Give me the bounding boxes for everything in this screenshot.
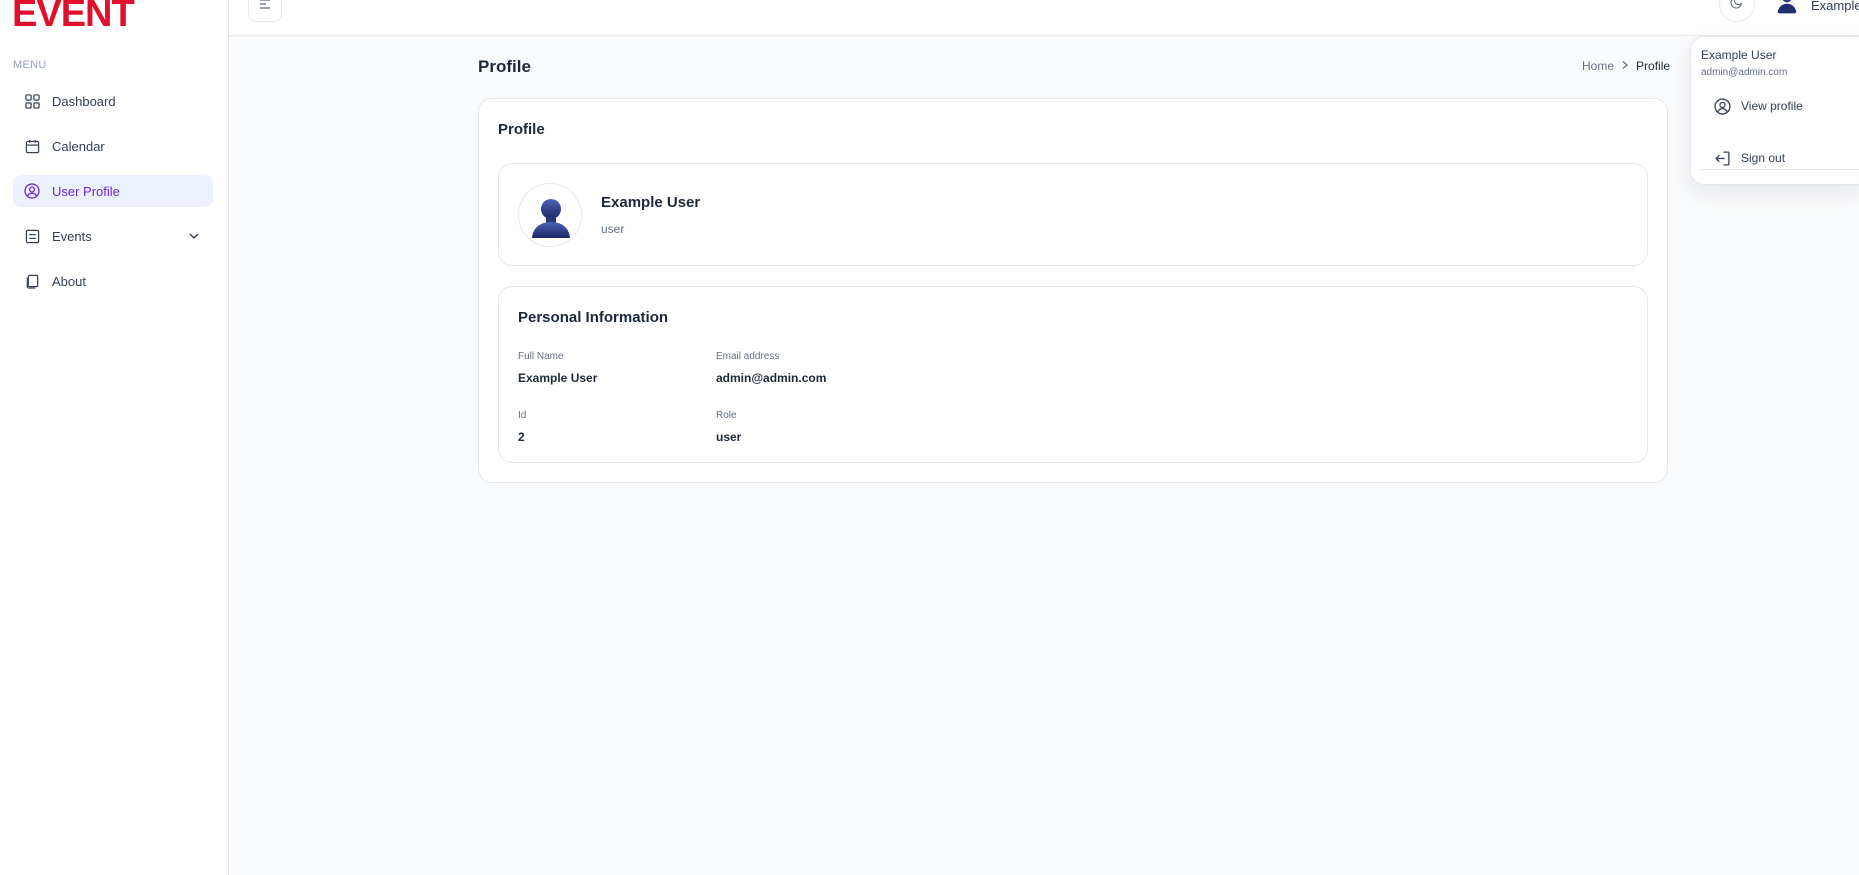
field-label: Role (716, 410, 737, 421)
view-profile-label: View profile (1741, 99, 1803, 113)
field-value: 2 (518, 430, 525, 444)
avatar[interactable] (1773, 0, 1801, 16)
sign-out-button[interactable]: Sign out (1713, 149, 1785, 167)
role-field: Role user (716, 410, 741, 444)
sidebar-item-about[interactable]: About (13, 265, 213, 297)
view-profile-button[interactable]: View profile (1713, 97, 1803, 115)
field-value: user (716, 430, 742, 444)
field-label: Id (518, 410, 527, 421)
sidebar-item-calendar[interactable]: Calendar (13, 130, 213, 162)
dropdown-user-email: admin@admin.com (1701, 67, 1788, 78)
field-value: Example User (518, 371, 598, 385)
full-name-field: Full Name Example User (518, 351, 597, 385)
chevron-right-icon (1620, 59, 1630, 73)
sidebar-item-label: About (52, 273, 86, 289)
breadcrumb-current: Profile (1636, 59, 1671, 73)
field-label: Email address (716, 351, 780, 362)
sidebar-item-dashboard[interactable]: Dashboard (13, 85, 213, 117)
sidebar-item-label: Dashboard (52, 93, 116, 109)
section-title: Personal Information (518, 309, 669, 326)
field-label: Full Name (518, 351, 564, 362)
user-circle-icon (1713, 97, 1731, 115)
chevron-down-icon[interactable] (187, 229, 201, 243)
theme-toggle-button[interactable] (1719, 0, 1755, 22)
calendar-icon (24, 138, 40, 154)
sign-out-label: Sign out (1741, 151, 1786, 165)
breadcrumb-home[interactable]: Home (1582, 59, 1614, 73)
avatar (518, 183, 582, 247)
breadcrumb: Home Profile (1582, 59, 1670, 73)
app-root: EVENT MENU Dashboard Calendar User Profi… (0, 0, 1859, 875)
card-title: Profile (498, 121, 545, 138)
sidebar-item-label: Calendar (52, 138, 105, 154)
list-icon (24, 228, 40, 244)
moon-icon (1730, 0, 1744, 14)
sign-out-icon (1713, 149, 1731, 167)
sidebar: EVENT MENU Dashboard Calendar User Profi… (0, 0, 229, 875)
page-title: Profile (478, 57, 531, 76)
field-value: admin@admin.com (716, 371, 827, 385)
header-user-name[interactable]: Example User (1811, 0, 1859, 13)
email-field: Email address admin@admin.com (716, 351, 826, 385)
sidebar-item-label: Events (52, 228, 92, 244)
id-field: Id 2 (518, 410, 526, 444)
menu-lines-icon (258, 0, 272, 16)
pages-icon (24, 273, 40, 289)
personal-info-box: Personal Information Full Name Example U… (498, 286, 1648, 463)
sidebar-item-user-profile[interactable]: User Profile (13, 175, 213, 207)
sidebar-toggle-button[interactable] (248, 0, 282, 22)
user-role: user (601, 222, 625, 236)
user-circle-icon (24, 183, 40, 199)
user-dropdown: Example User admin@admin.com View profil… (1690, 36, 1859, 185)
profile-card: Profile Example User user Personal Infor… (478, 98, 1668, 483)
dropdown-user-name: Example User (1701, 48, 1777, 62)
top-header: Example User (229, 0, 1859, 36)
menu-label: MENU (13, 59, 47, 71)
sidebar-item-events[interactable]: Events (13, 220, 213, 252)
grid-icon (24, 93, 40, 109)
dropdown-divider (1701, 169, 1859, 170)
user-name: Example User (601, 194, 701, 211)
user-meta-box: Example User user (498, 163, 1648, 266)
sidebar-nav: Dashboard Calendar User Profile Events A… (13, 85, 213, 310)
logo[interactable]: EVENT (12, 0, 135, 34)
sidebar-item-label: User Profile (52, 183, 120, 199)
